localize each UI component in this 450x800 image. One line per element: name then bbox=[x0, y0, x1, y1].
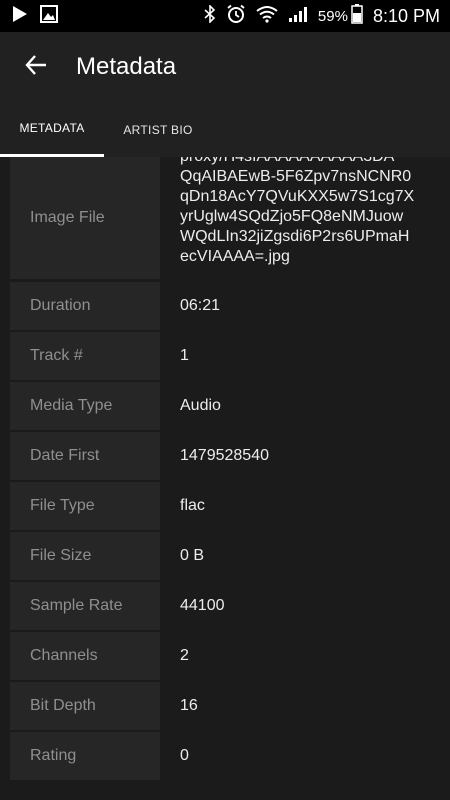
image-file-line: QqAIBAEwB-5F6Zpv7nsNCNR0 bbox=[180, 168, 412, 185]
metadata-label: Channels bbox=[10, 632, 160, 680]
image-file-line: qDn18AcY7QVuKXX5w7S1cg7X bbox=[180, 188, 415, 205]
app-bar: Metadata bbox=[0, 32, 450, 102]
page-title: Metadata bbox=[76, 53, 177, 80]
metadata-label: Image File bbox=[10, 157, 160, 279]
tab-metadata[interactable]: METADATA bbox=[0, 102, 104, 157]
metadata-value: Audio bbox=[180, 397, 221, 414]
tab-bar: METADATA ARTIST BIO bbox=[0, 102, 450, 157]
metadata-row-image-file: Image File proxy/H4sIAAAAAAAAAA3DA QqAIB… bbox=[0, 157, 450, 279]
metadata-row: Duration 06:21 bbox=[0, 282, 450, 330]
metadata-list[interactable]: Image File proxy/H4sIAAAAAAAAAA3DA QqAIB… bbox=[0, 157, 450, 800]
tab-artist-bio[interactable]: ARTIST BIO bbox=[104, 102, 212, 157]
metadata-value: 1479528540 bbox=[180, 447, 269, 464]
image-icon bbox=[40, 4, 58, 28]
metadata-row: Date First 1479528540 bbox=[0, 432, 450, 480]
metadata-label: Media Type bbox=[10, 382, 160, 430]
metadata-value: 44100 bbox=[180, 597, 225, 614]
battery-percent: 59% bbox=[317, 7, 348, 25]
image-file-line: ecVIAAAA=.jpg bbox=[180, 248, 290, 265]
image-file-line: yrUglw4SQdZjo5FQ8eNMJuow bbox=[180, 208, 404, 225]
arrow-left-icon bbox=[24, 53, 48, 82]
metadata-value: flac bbox=[180, 497, 205, 514]
metadata-row: Media Type Audio bbox=[0, 382, 450, 430]
metadata-label: Bit Depth bbox=[10, 682, 160, 730]
metadata-label: Sample Rate bbox=[10, 582, 160, 630]
wifi-icon bbox=[256, 5, 278, 28]
metadata-row: File Size 0 B bbox=[0, 532, 450, 580]
signal-icon bbox=[288, 5, 308, 28]
metadata-row: Track # 1 bbox=[0, 332, 450, 380]
play-icon bbox=[12, 5, 28, 28]
metadata-value: 16 bbox=[180, 697, 198, 714]
metadata-row: Channels 2 bbox=[0, 632, 450, 680]
status-bar-left bbox=[12, 4, 70, 28]
metadata-label: Date First bbox=[10, 432, 160, 480]
status-bar-right: 59% 8:10 PM bbox=[194, 3, 440, 29]
alarm-icon bbox=[226, 4, 246, 29]
bluetooth-icon bbox=[204, 3, 216, 28]
battery-icon bbox=[351, 3, 363, 29]
metadata-value: 06:21 bbox=[180, 297, 221, 314]
metadata-label: Duration bbox=[10, 282, 160, 330]
metadata-value: 2 bbox=[180, 647, 189, 664]
back-button[interactable] bbox=[14, 45, 58, 89]
metadata-row: Bit Depth 16 bbox=[0, 682, 450, 730]
metadata-value: 1 bbox=[180, 347, 189, 364]
metadata-row: File Type flac bbox=[0, 482, 450, 530]
metadata-label: File Size bbox=[10, 532, 160, 580]
metadata-row: Sample Rate 44100 bbox=[0, 582, 450, 630]
status-bar: 59% 8:10 PM bbox=[0, 0, 450, 32]
metadata-value-image-file: proxy/H4sIAAAAAAAAAA3DA QqAIBAEwB-5F6Zpv… bbox=[180, 157, 440, 267]
status-time: 8:10 PM bbox=[372, 5, 440, 26]
metadata-label: Track # bbox=[10, 332, 160, 380]
metadata-row: Rating 0 bbox=[0, 732, 450, 780]
metadata-value: 0 bbox=[180, 747, 189, 764]
metadata-label: Rating bbox=[10, 732, 160, 780]
metadata-value: 0 B bbox=[180, 547, 205, 564]
metadata-label: File Type bbox=[10, 482, 160, 530]
image-file-line: proxy/H4sIAAAAAAAAAA3DA bbox=[180, 157, 440, 167]
image-file-line: WQdLIn32jiZgsdi6P2rs6UPmaH bbox=[180, 228, 410, 245]
